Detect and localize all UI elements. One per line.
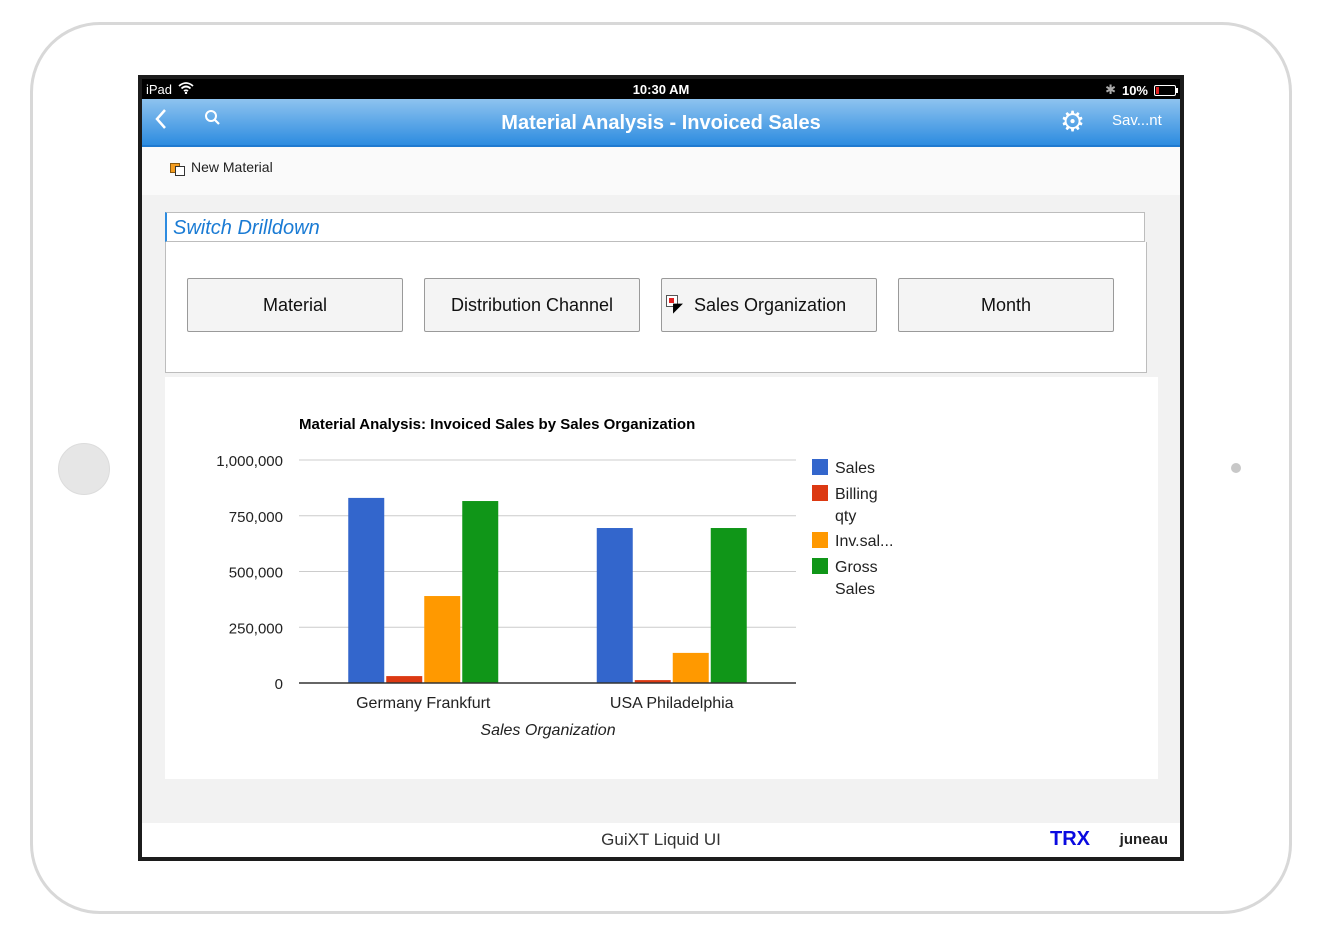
drilldown-sales-organization-button[interactable]: ◤ Sales Organization [661,278,877,332]
legend-label: Billing [835,486,878,503]
clock: 10:30 AM [632,82,690,97]
x-tick-label: Germany Frankfurt [356,695,491,712]
footer-brand: GuiXT Liquid UI [601,830,721,849]
drilldown-title: Switch Drilldown [173,217,320,239]
bluetooth-icon: ✱ [1105,82,1116,97]
battery-percent: 10% [1121,82,1148,98]
button-label: Material [262,294,328,315]
bar [672,652,709,683]
y-tick-label: 1,000,000 [216,453,283,470]
footer: GuiXT Liquid UI TRX juneau [142,823,1180,857]
chart-title: Material Analysis: Invoiced Sales by Sal… [299,416,695,433]
legend-swatch [812,459,828,475]
legend-label: Inv.sal... [835,533,893,550]
drilldown-distribution-channel-button[interactable]: Distribution Channel [424,278,640,332]
new-document-icon [170,160,185,176]
camera [1231,463,1241,473]
new-material-label: New Material [191,159,273,175]
legend-label: Sales [835,581,875,598]
chart-panel: Material Analysis: Invoiced Sales by Sal… [165,377,1158,779]
user-name: juneau [1119,831,1168,848]
page-title: Material Analysis - Invoiced Sales [501,112,821,134]
drilldown-month-button[interactable]: Month [898,278,1114,332]
screen: iPad 10:30 AM ✱ 10% Material Analysis - … [138,75,1184,861]
home-button[interactable] [58,443,110,495]
y-tick-label: 0 [275,676,283,693]
status-bar: iPad 10:30 AM ✱ 10% [142,79,1180,99]
bar [462,501,499,683]
bar [386,676,423,683]
legend-swatch [812,558,828,574]
bar-chart: Material Analysis: Invoiced Sales by Sal… [216,416,893,739]
transaction-code: TRX [1050,828,1090,850]
bar [424,596,461,683]
bar [710,528,747,683]
legend-label: Gross [835,559,878,576]
drilldown-group: Material Distribution Channel ◤ Sales Or… [165,242,1147,373]
x-tick-label: USA Philadelphia [610,695,734,712]
drilldown-group-header: Switch Drilldown [165,212,1145,242]
new-material-button[interactable]: New Material [170,159,273,176]
button-label: Sales Organization [694,294,847,315]
legend-swatch [812,532,828,548]
y-tick-label: 500,000 [229,565,283,582]
toolbar: New Material [142,147,1180,195]
legend-swatch [812,485,828,501]
battery-icon [1154,84,1178,96]
bar [348,497,385,683]
navigation-bar: Material Analysis - Invoiced Sales ⚙ Sav… [142,99,1180,147]
drilldown-material-button[interactable]: Material [187,278,403,332]
legend-label: Sales [835,460,875,477]
y-tick-label: 250,000 [229,620,283,637]
selected-cursor-icon: ◤ [666,295,684,315]
x-axis-title: Sales Organization [480,722,615,739]
button-label: Month [980,294,1032,315]
bar [596,528,633,683]
legend-label: qty [835,508,856,525]
button-label: Distribution Channel [450,294,614,315]
save-button[interactable]: Sav...nt [1112,112,1162,129]
gear-icon[interactable]: ⚙ [1060,108,1085,136]
y-tick-label: 750,000 [229,509,283,526]
